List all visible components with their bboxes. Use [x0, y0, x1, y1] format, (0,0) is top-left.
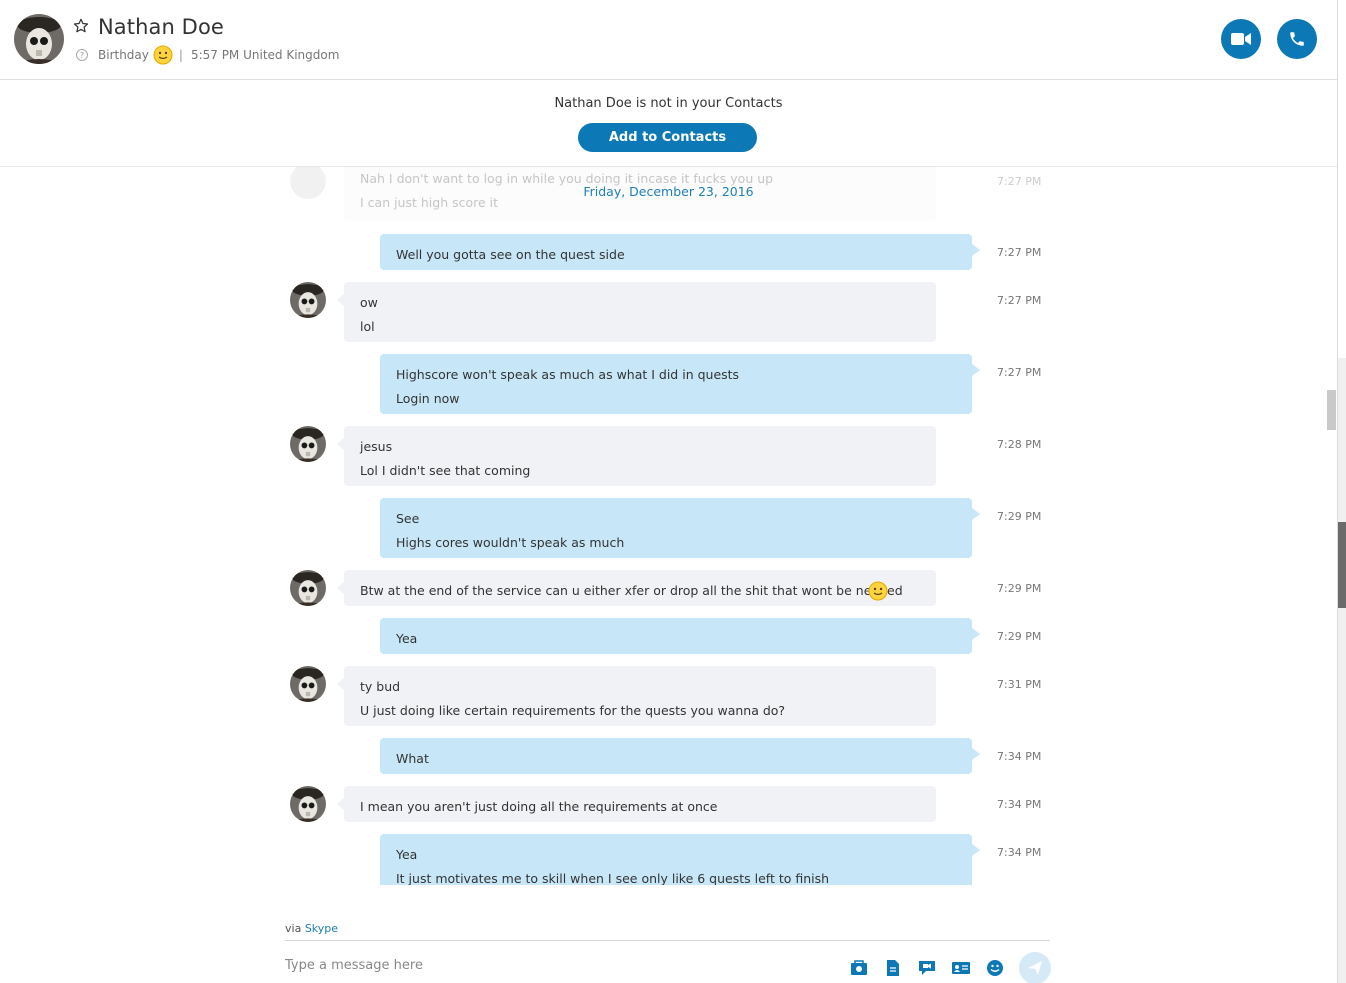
separator: | [178, 48, 183, 62]
emoticon-icon[interactable] [985, 958, 1005, 978]
add-to-contacts-button[interactable]: Add to Contacts [578, 123, 757, 152]
send-icon [1028, 961, 1042, 975]
scrollbar-thumb[interactable] [1338, 522, 1346, 608]
favorite-star-icon[interactable] [72, 17, 90, 35]
phone-icon [1290, 32, 1304, 46]
message-time: 7:31 PM [997, 678, 1042, 691]
sender-avatar[interactable] [290, 570, 326, 606]
video-message-icon[interactable] [917, 958, 937, 978]
outgoing-message[interactable]: What [380, 738, 980, 774]
message-text: U just doing like certain requirements f… [360, 703, 786, 718]
smile-emoticon-icon [153, 45, 173, 65]
incoming-message[interactable]: I mean you aren't just doing all the req… [337, 786, 936, 822]
incoming-message[interactable]: ow lol [337, 282, 936, 342]
message-text: Yea [396, 631, 418, 646]
message-text: Yea [396, 847, 418, 862]
message-time: 7:29 PM [997, 510, 1042, 523]
message-time: 7:29 PM [997, 582, 1042, 595]
message-text: ty bud [360, 679, 401, 694]
outgoing-message[interactable]: Highscore won't speak as much as what I … [380, 354, 980, 414]
message-input[interactable] [285, 958, 785, 973]
message-text: Highs cores wouldn't speak as much [396, 535, 625, 550]
outgoing-message[interactable]: Well you gotta see on the quest side [380, 234, 980, 270]
outgoing-message[interactable]: Yea It just motivates me to skill when I … [380, 834, 980, 885]
sender-avatar[interactable] [290, 426, 326, 462]
via-prefix: via [285, 922, 302, 935]
message-text: See [396, 511, 420, 526]
message-text: It just motivates me to skill when I see… [396, 871, 830, 885]
not-in-contacts-banner: Nathan Doe is not in your Contacts Add t… [0, 80, 1337, 167]
message-time: 7:27 PM [997, 366, 1042, 379]
sender-avatar[interactable] [290, 786, 326, 822]
message-time: 7:34 PM [997, 846, 1042, 859]
message-text: Highscore won't speak as much as what I … [396, 367, 740, 382]
help-icon[interactable]: ? [76, 49, 88, 61]
sender-avatar[interactable] [290, 666, 326, 702]
incoming-message[interactable]: ty bud U just doing like certain requirem… [337, 666, 936, 726]
contact-card-icon[interactable] [951, 958, 971, 978]
video-call-button[interactable] [1221, 19, 1261, 59]
message-text: Login now [396, 391, 460, 406]
outgoing-message[interactable]: Yea [380, 618, 980, 654]
message-text: What [396, 751, 429, 766]
local-time: 5:57 PM United Kingdom [190, 48, 340, 62]
message-time: 7:27 PM [997, 246, 1042, 259]
smile-emoticon-icon [864, 578, 888, 602]
incoming-message[interactable]: Btw at the end of the service can u eith… [337, 570, 936, 606]
date-separator: Friday, December 23, 2016 [583, 184, 754, 199]
message-text: Lol I didn't see that coming [360, 463, 531, 478]
message-text: jesus [360, 439, 393, 454]
message-time: 7:34 PM [997, 750, 1042, 763]
mood-message: Birthday [98, 48, 149, 62]
via-label: via Skype [285, 922, 338, 935]
scroll-indicator [1327, 390, 1336, 430]
outgoing-message[interactable]: See Highs cores wouldn't speak as much [380, 498, 980, 558]
send-file-icon[interactable] [883, 958, 903, 978]
media-gallery-icon[interactable] [849, 958, 869, 978]
conversation-header: Nathan Doe ? Birthday | 5:57 PM United K… [0, 0, 1337, 80]
message-text: I mean you aren't just doing all the req… [360, 799, 718, 814]
divider [285, 940, 1050, 941]
send-button[interactable] [1019, 952, 1051, 983]
contact-name[interactable]: Nathan Doe [98, 15, 224, 39]
contact-avatar[interactable] [14, 14, 64, 64]
message-text: ow [360, 295, 378, 310]
scrollbar-track[interactable] [1338, 358, 1346, 983]
via-skype-link[interactable]: Skype [305, 922, 338, 935]
message-time: 7:29 PM [997, 630, 1042, 643]
audio-call-button[interactable] [1277, 19, 1317, 59]
sender-avatar[interactable] [290, 282, 326, 318]
video-camera-icon [1231, 33, 1251, 45]
contact-status-line: ? Birthday | 5:57 PM United Kingdom [76, 45, 339, 65]
message-text: Well you gotta see on the quest side [396, 247, 625, 262]
message-text: Btw at the end of the service can u eith… [360, 583, 903, 598]
message-list[interactable]: Nah I don't want to log in while you doi… [0, 167, 1337, 885]
message-time: 7:27 PM [997, 294, 1042, 307]
message-text: lol [360, 319, 375, 334]
message-time: 7:28 PM [997, 438, 1042, 451]
message-time: 7:34 PM [997, 798, 1042, 811]
incoming-message[interactable]: jesus Lol I didn't see that coming [337, 426, 936, 486]
banner-message: Nathan Doe is not in your Contacts [554, 96, 783, 111]
